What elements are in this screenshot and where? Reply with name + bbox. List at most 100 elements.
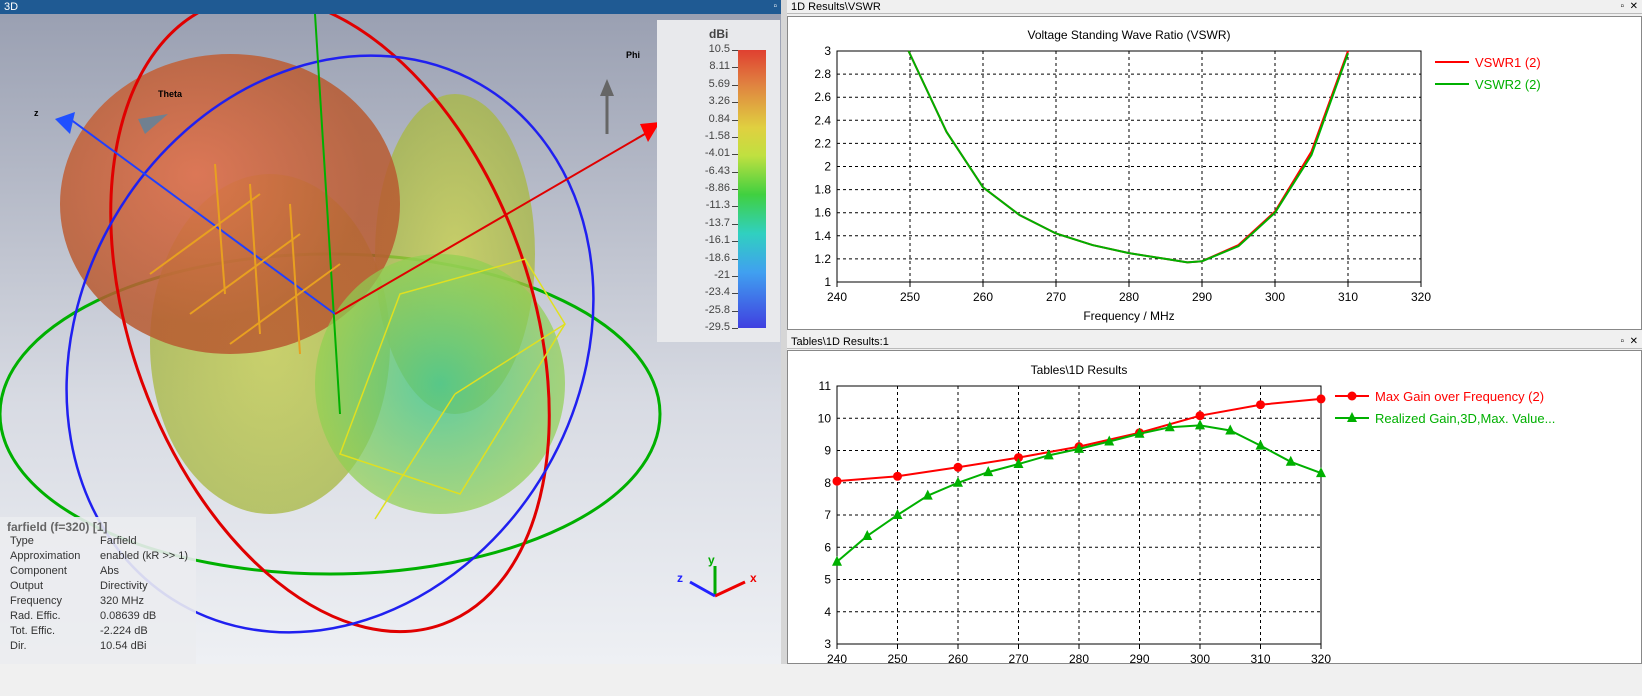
colorbar-tick-label: -6.43 (704, 164, 730, 177)
colorbar-tick-label: -11.3 (705, 199, 730, 212)
colorbar-tick-label: 5.69 (708, 77, 730, 90)
x-tick-label: 310 (1250, 652, 1270, 663)
info-value: -2.224 dB (100, 625, 148, 637)
colorbar-tick (732, 171, 738, 173)
x-tick-label: 280 (1119, 290, 1139, 304)
colorbar-tick-label: -16.1 (704, 234, 730, 247)
x-tick-label: 320 (1311, 652, 1331, 663)
info-key: Tot. Effic. (10, 625, 56, 637)
x-tick-label: 260 (973, 290, 993, 304)
x-tick-label: 310 (1338, 290, 1358, 304)
y-tick-label: 3 (824, 44, 831, 58)
info-value: Abs (100, 565, 119, 577)
series-line-1 (907, 50, 1349, 264)
colorbar-tick (732, 50, 738, 51)
gain-chart-area: Tables\1D Results 240 250 260 270 280 290 300 31… (787, 350, 1642, 685)
chart-title: Tables\1D Results (1031, 363, 1128, 377)
y-tick-label: 4 (824, 605, 831, 619)
colorbar-tick (732, 189, 738, 190)
svg-text:x: x (750, 571, 757, 585)
vswr-chart-area: Voltage Standing Wave Ratio (VSWR) 240 250… (787, 16, 1642, 330)
phi-label: Phi (626, 50, 640, 60)
colorbar-tick (732, 119, 738, 121)
info-value: Directivity (100, 580, 148, 592)
colorbar-tick-label: 3.26 (708, 95, 730, 108)
colorbar-tick-label: -29.5 (704, 321, 730, 333)
y-tick-label: 1 (824, 275, 831, 289)
x-tick-label: 260 (948, 652, 968, 663)
info-row: Component Abs (0, 564, 196, 579)
z-arrow-icon (55, 112, 75, 134)
colorbar-tick (732, 258, 738, 260)
data-point (832, 476, 842, 486)
y-tick-label: 3 (824, 637, 831, 651)
x-tick-label: 240 (827, 652, 847, 663)
colorbar-tick (732, 293, 738, 295)
data-point (1195, 419, 1205, 430)
legend-label: VSWR2 (2) (1475, 77, 1541, 92)
data-point (862, 529, 873, 540)
y-tick-label: 5 (824, 573, 831, 587)
info-key: Approximation (10, 550, 81, 562)
maximize-icon[interactable]: ▫ (1620, 1, 1624, 13)
colorbar-tick-label: 0.84 (708, 112, 730, 125)
y-tick-label: 2.4 (814, 113, 831, 127)
y-tick-label: 1.2 (814, 252, 831, 266)
data-point (1195, 411, 1205, 421)
info-key: Dir. (10, 640, 27, 652)
maximize-icon[interactable]: ▫ (1620, 336, 1624, 348)
x-tick-label: 290 (1192, 290, 1212, 304)
table-panel-titlebar: Tables\1D Results:1 ▫ ✕ (787, 335, 1642, 349)
x-tick-label: 250 (887, 652, 907, 663)
colorbar-tick (732, 136, 738, 138)
data-point (1256, 400, 1265, 410)
colorbar-unit: dBi (709, 27, 729, 41)
info-row: Output Directivity (0, 579, 196, 594)
y-tick-label: 2.6 (814, 90, 831, 104)
colorbar-tick-label: 10.5 (708, 43, 730, 55)
colorbar-tick-label: -8.86 (704, 182, 730, 194)
table-panel-title: Tables\1D Results:1 (791, 336, 889, 348)
data-point (892, 509, 903, 519)
colorbar-tick-label: -25.8 (704, 303, 730, 316)
close-icon[interactable]: ✕ (1630, 1, 1638, 13)
x-tick-label: 250 (900, 290, 920, 304)
farfield-info-panel: farfield (f=320) [1] Type Farfield Approxi… (0, 517, 196, 664)
x-tick-label: 300 (1190, 652, 1210, 663)
y-tick-label: 1.4 (814, 229, 831, 243)
x-axis-label: Frequency / MHz (1083, 309, 1174, 323)
x-tick-label: 300 (1265, 290, 1285, 304)
info-value: 0.08639 dB (100, 610, 157, 622)
colorbar-tick-label: -21 (714, 268, 730, 281)
colorbar-tick (732, 241, 738, 243)
info-key: Rad. Effic. (10, 610, 61, 622)
info-row: Type Farfield (0, 534, 196, 549)
colorbar-tick-label: -23.4 (704, 286, 730, 299)
legend-label: VSWR1 (2) (1475, 55, 1541, 70)
info-row: Tot. Effic. -2.224 dB (0, 624, 196, 639)
colorbar-tick (732, 67, 738, 69)
y-tick-label: 6 (824, 540, 831, 554)
close-icon[interactable]: ✕ (1630, 336, 1638, 348)
y-tick-label: 8 (824, 476, 831, 490)
y-tick-label: 1.8 (814, 183, 831, 197)
svg-text:z: z (677, 571, 683, 585)
colorbar-tick (732, 223, 738, 225)
y-tick-label: 1.6 (814, 206, 831, 220)
theta-label: Theta (158, 89, 183, 99)
x-tick-label: 290 (1129, 652, 1149, 663)
x-tick-label: 320 (1411, 290, 1431, 304)
3d-view-titlebar: 3D ▫ (0, 0, 781, 14)
x-tick-label: 270 (1046, 290, 1066, 304)
colorbar-tick-label: -18.6 (704, 251, 730, 264)
vswr-panel-title: 1D Results\VSWR (791, 1, 881, 13)
colorbar-tick-label: 8.11 (709, 60, 730, 73)
legend-marker (1347, 391, 1357, 401)
info-row: Approximation enabled (kR >> 1) (0, 549, 196, 564)
info-row: Frequency 320 MHz (0, 594, 196, 609)
maximize-icon[interactable]: ▫ (773, 1, 777, 13)
vswr-panel-titlebar: 1D Results\VSWR ▫ ✕ (787, 0, 1642, 14)
y-tick-label: 7 (824, 508, 831, 522)
info-key: Type (10, 535, 34, 547)
chart-title: Voltage Standing Wave Ratio (VSWR) (1028, 28, 1231, 42)
